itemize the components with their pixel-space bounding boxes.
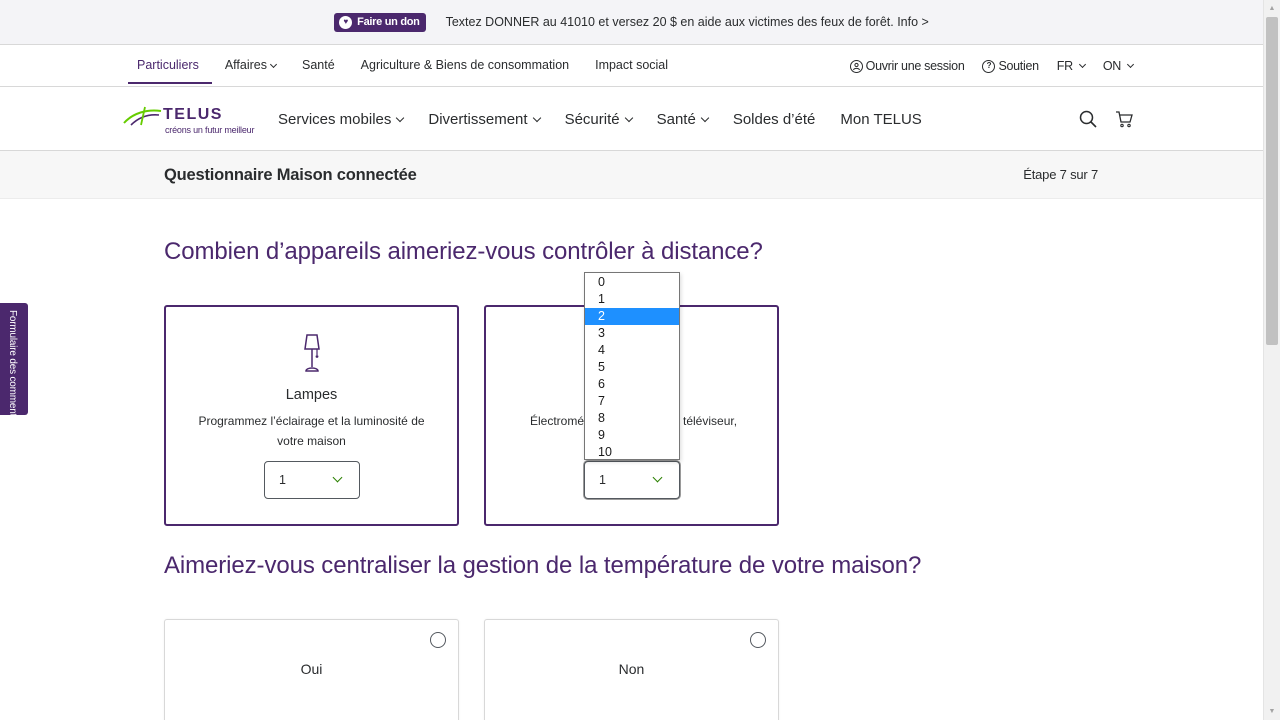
nav-item-services-mobiles[interactable]: Services mobiles [278,111,405,128]
chevron-down-icon [396,113,405,122]
scroll-down-arrow-icon[interactable]: ▼ [1264,703,1280,720]
option-label: Non [618,661,645,677]
dropdown-option[interactable]: 4 [585,342,679,359]
heart-icon: ♥ [339,15,353,29]
option-label: Oui [300,661,323,677]
dropdown-option[interactable]: 5 [585,359,679,376]
dropdown-option[interactable]: 10 [585,444,679,461]
electromenagers-quantity-select[interactable]: 1 [584,461,680,499]
device-card-lampes[interactable]: Lampes Programmez l’éclairage et la lumi… [164,305,459,526]
nav-item-sante[interactable]: Santé [657,111,710,128]
page: ♥ Faire un don Textez DONNER au 41010 et… [0,0,1263,720]
lamp-icon [304,334,320,372]
dropdown-option-highlighted[interactable]: 2 [585,308,679,325]
nav-item-securite[interactable]: Sécurité [565,111,633,128]
option-card-non[interactable]: Non [484,619,779,720]
feedback-tab[interactable]: Formulaire des comment [0,303,28,416]
page-scrollbar[interactable]: ▲ ▼ [1263,0,1280,720]
segment-item-agriculture[interactable]: Agriculture & Biens de consommation [348,45,582,87]
dropdown-option[interactable]: 7 [585,393,679,410]
question-devices-heading: Combien d’appareils aimeriez-vous contrô… [164,238,763,265]
support-link[interactable]: ? Soutien [982,59,1039,73]
quantity-dropdown-list[interactable]: 0 1 2 3 4 5 6 7 8 9 10 [584,272,680,460]
dropdown-option[interactable]: 3 [585,325,679,342]
telus-swoosh-icon [123,106,162,126]
main-nav: TELUS créons un futur meilleur Services … [0,87,1263,151]
banner-message-link[interactable]: Textez DONNER au 41010 et versez 20 $ en… [446,15,929,29]
nav-item-divertissement[interactable]: Divertissement [428,111,541,128]
segment-item-sante[interactable]: Santé [289,45,348,87]
scroll-up-arrow-icon[interactable]: ▲ [1264,0,1280,17]
segment-item-affaires[interactable]: Affaires [212,45,289,87]
segment-nav: Particuliers Affaires Santé Agriculture … [0,45,1263,87]
language-selector[interactable]: FR [1057,59,1086,73]
radio-button-oui[interactable] [430,632,446,648]
region-selector[interactable]: ON [1103,59,1135,73]
card-description-start: Électromé [530,414,585,428]
signin-link[interactable]: Ouvrir une session [849,59,965,73]
dropdown-option[interactable]: 9 [585,427,679,444]
scrollbar-thumb[interactable] [1266,17,1278,345]
cart-icon[interactable] [1115,110,1133,128]
step-indicator: Étape 7 sur 7 [1023,167,1098,182]
card-description-end: téléviseur, [683,414,738,428]
search-icon[interactable] [1079,110,1097,128]
radio-button-non[interactable] [750,632,766,648]
user-icon [849,59,863,73]
donate-button[interactable]: ♥ Faire un don [334,12,426,32]
dropdown-option[interactable]: 0 [585,274,679,291]
dropdown-option[interactable]: 1 [585,291,679,308]
chevron-down-icon [700,113,710,122]
card-title: Lampes [285,387,338,403]
nav-item-mon-telus[interactable]: Mon TELUS [840,111,921,128]
dropdown-option[interactable]: 6 [585,376,679,393]
chevron-down-icon [1078,60,1086,68]
telus-logo[interactable]: TELUS créons un futur meilleur [123,105,255,137]
option-card-oui[interactable]: Oui [164,619,459,720]
donation-banner: ♥ Faire un don Textez DONNER au 41010 et… [0,0,1263,45]
chevron-down-icon [624,113,633,122]
help-icon: ? [982,59,996,73]
lampes-quantity-select[interactable]: 1 [264,461,360,499]
nav-item-soldes-ete[interactable]: Soldes d’été [733,111,816,128]
segment-item-impact-social[interactable]: Impact social [582,45,681,87]
card-description: Programmez l’éclairage et la luminosité … [198,414,425,448]
question-temperature-heading: Aimeriez-vous centraliser la gestion de … [164,552,922,579]
dropdown-option[interactable]: 8 [585,410,679,427]
chevron-down-icon [652,472,663,483]
chevron-down-icon [532,113,541,122]
questionnaire-title: Questionnaire Maison connectée [164,166,417,184]
chevron-down-icon [332,472,343,483]
chevron-down-icon [1126,60,1135,68]
donate-label: Faire un don [357,16,420,28]
chevron-down-icon [269,60,278,69]
segment-item-particuliers[interactable]: Particuliers [124,45,212,87]
questionnaire-header: Questionnaire Maison connectée Étape 7 s… [0,151,1263,199]
